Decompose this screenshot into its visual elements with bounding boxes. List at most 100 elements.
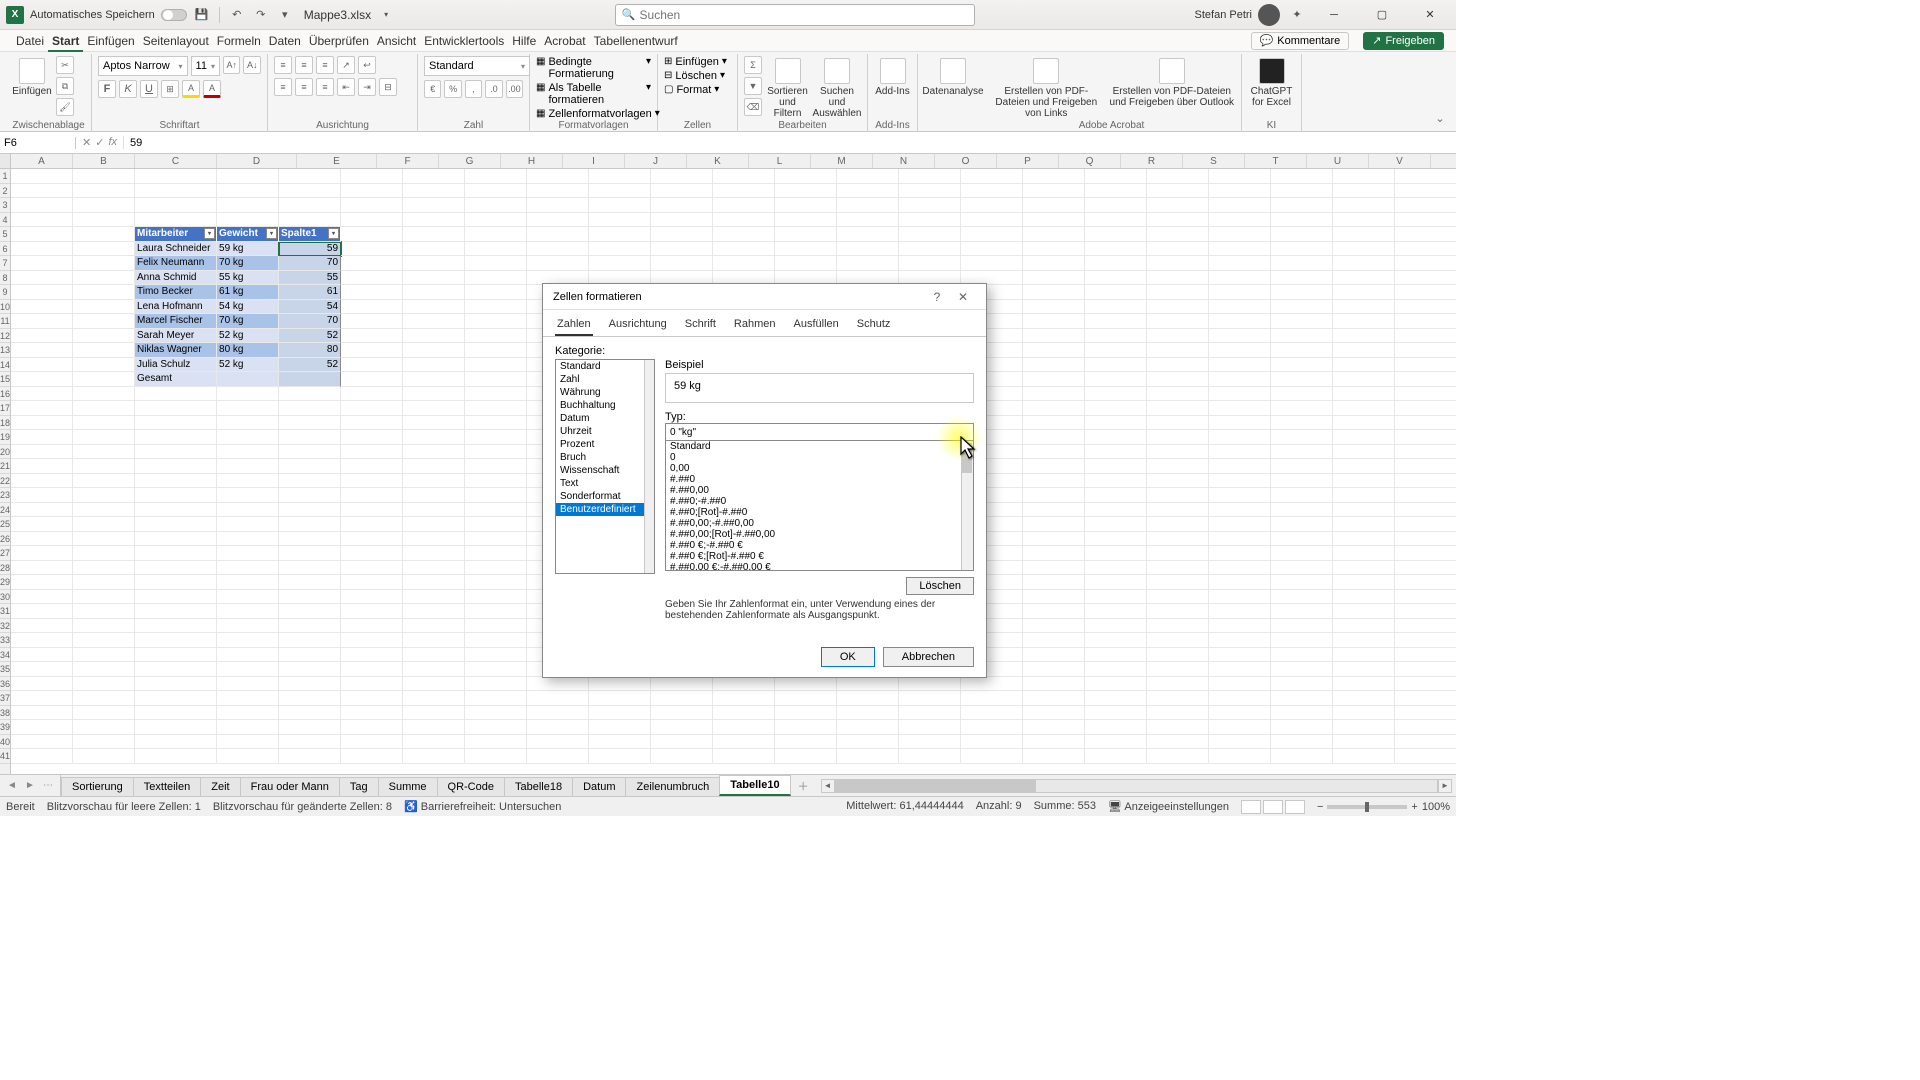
cell[interactable] [1395,372,1456,387]
cell[interactable] [1271,358,1333,373]
type-input[interactable] [665,423,974,441]
cell[interactable]: 55 [279,271,341,286]
cell[interactable]: Lena Hofmann [135,300,217,315]
cell[interactable] [1271,749,1333,764]
minimize-button[interactable]: ─ [1314,0,1354,30]
cell[interactable] [73,604,135,619]
cell[interactable] [1147,445,1209,460]
cell[interactable] [1209,648,1271,663]
cell[interactable] [1147,184,1209,199]
bold-icon[interactable]: F [98,80,116,98]
cell[interactable] [1147,213,1209,228]
cell[interactable] [11,416,73,431]
cell[interactable] [11,648,73,663]
cell[interactable] [837,677,899,692]
cell[interactable] [1271,343,1333,358]
cell[interactable] [341,184,403,199]
cell[interactable] [651,749,713,764]
cell[interactable] [465,590,527,605]
cell[interactable] [217,488,279,503]
cell[interactable] [1209,677,1271,692]
cell[interactable] [465,242,527,257]
cell[interactable] [1209,619,1271,634]
cell[interactable] [217,532,279,547]
cell[interactable] [135,401,217,416]
cell[interactable] [589,720,651,735]
cell[interactable] [1333,256,1395,271]
type-list-item[interactable]: #.##0 €;-#.##0 € [666,540,973,551]
cell[interactable] [1147,561,1209,576]
cell[interactable] [1023,227,1085,242]
row-header[interactable]: 38 [0,706,10,721]
cell[interactable] [1209,590,1271,605]
cell[interactable] [1333,503,1395,518]
cell[interactable] [341,633,403,648]
grow-font-icon[interactable]: A↑ [223,56,241,74]
cell[interactable] [1147,503,1209,518]
cell[interactable] [1085,358,1147,373]
number-format-combo[interactable]: Standard▾ [424,56,530,76]
cell[interactable] [1209,401,1271,416]
cell[interactable] [279,430,341,445]
undo-icon[interactable]: ↶ [228,6,246,24]
cell[interactable] [11,735,73,750]
cell[interactable] [1085,169,1147,184]
cell[interactable] [1023,677,1085,692]
cell[interactable] [465,358,527,373]
cell[interactable] [341,735,403,750]
cell[interactable] [341,227,403,242]
cell[interactable] [1395,387,1456,402]
column-header[interactable]: L [749,154,811,168]
cell[interactable] [403,184,465,199]
cell[interactable] [11,691,73,706]
cell[interactable] [11,227,73,242]
cell[interactable] [651,677,713,692]
row-header[interactable]: 37 [0,691,10,706]
cell[interactable] [1333,227,1395,242]
cell[interactable] [1085,691,1147,706]
cell[interactable] [837,256,899,271]
cell[interactable]: 52 [279,358,341,373]
cell[interactable] [1271,227,1333,242]
cell[interactable] [1395,184,1456,199]
cell[interactable] [837,184,899,199]
column-header[interactable]: G [439,154,501,168]
cell[interactable] [651,720,713,735]
comma-icon[interactable]: , [465,80,482,98]
cell[interactable] [1085,242,1147,257]
cell[interactable] [1209,372,1271,387]
cell[interactable] [961,735,1023,750]
cell[interactable] [1023,706,1085,721]
cell[interactable] [651,706,713,721]
cell[interactable] [1333,314,1395,329]
cell[interactable] [135,445,217,460]
cell[interactable] [73,459,135,474]
category-item[interactable]: Text [556,477,654,490]
category-item[interactable]: Wissenschaft [556,464,654,477]
cell[interactable] [465,503,527,518]
cell[interactable] [1023,329,1085,344]
cell[interactable] [1209,227,1271,242]
cell[interactable] [1333,459,1395,474]
cell[interactable] [341,387,403,402]
cell[interactable] [279,706,341,721]
cell[interactable] [341,300,403,315]
cell[interactable] [961,213,1023,228]
cell[interactable] [279,198,341,213]
cell[interactable] [1333,648,1395,663]
cell[interactable] [1085,300,1147,315]
cell[interactable] [589,691,651,706]
maximize-button[interactable]: ▢ [1362,0,1402,30]
cell[interactable] [279,184,341,199]
cell[interactable]: 61 [279,285,341,300]
cell[interactable] [73,619,135,634]
cell[interactable] [73,648,135,663]
cell[interactable]: 70 [279,314,341,329]
cell[interactable] [1209,749,1271,764]
column-header[interactable]: V [1369,154,1431,168]
menu-überprüfen[interactable]: Überprüfen [305,32,373,50]
cell[interactable] [73,561,135,576]
cell[interactable] [1023,532,1085,547]
column-header[interactable]: B [73,154,135,168]
cell[interactable] [1333,271,1395,286]
